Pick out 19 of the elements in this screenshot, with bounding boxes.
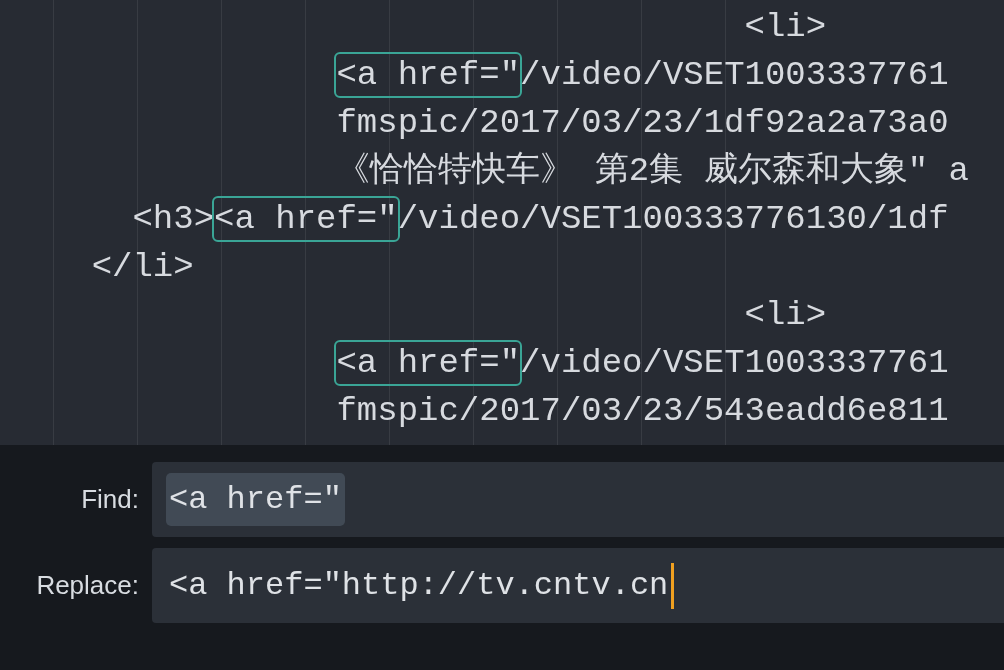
field-value: <a href="http://tv.cntv.cn [168,566,670,606]
code-text: </li> [91,248,194,286]
code-text: 《恰恰特快车》 第2集 威尔森和大象" a [336,152,969,190]
search-match: <a href=" [212,196,400,242]
field-value: <a href=" [166,473,345,526]
input-field[interactable]: <a href=" [152,462,1004,537]
code-text: /video/VSET1003337761 [520,56,949,94]
code-text: <li> [744,296,827,334]
field-label: Find: [80,484,140,515]
code-text: fmspic/2017/03/23/543eadd6e811 [336,392,949,430]
code-text: <h3> [132,200,215,238]
code-text: fmspic/2017/03/23/1df92a2a73a0 [336,104,949,142]
code-text: /video/VSET1003337761 [520,344,949,382]
search-match: <a href=" [334,340,523,386]
search-match: <a href=" [334,52,523,98]
input-field[interactable]: <a href="http://tv.cntv.cn [152,548,1004,623]
code-text: <li> [744,8,827,46]
field-label: Replace: [35,570,140,601]
code-text: /video/VSET100333776130/1df [397,200,949,238]
